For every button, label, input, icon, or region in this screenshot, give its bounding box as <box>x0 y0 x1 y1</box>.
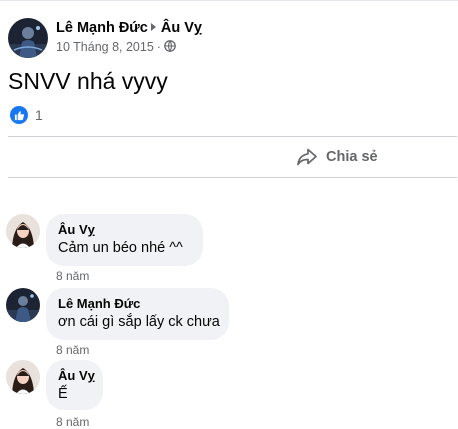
arrow-right-icon <box>150 23 156 31</box>
comment-text: Ế <box>58 386 68 402</box>
meta-separator: · <box>156 40 161 54</box>
divider <box>8 177 457 178</box>
post-header: Lê Mạnh Đức Âu Vỵ 10 Tháng 8, 2015 · <box>8 16 448 60</box>
reactions-summary[interactable]: 1 <box>10 106 43 124</box>
commenter-avatar[interactable] <box>6 360 40 394</box>
comment-bubble: Âu Vỵ Ế <box>46 360 103 410</box>
divider <box>8 136 457 137</box>
comment-text: Cảm un béo nhé ^^ <box>58 240 183 256</box>
commenter-avatar-image <box>6 288 40 322</box>
top-border <box>0 0 458 1</box>
comment-bubble: Lê Mạnh Đức ơn cái gì sắp lấy ck chưa <box>46 288 229 340</box>
post-author-link[interactable]: Lê Mạnh Đức <box>56 20 148 36</box>
comment-text: ơn cái gì sắp lấy ck chưa <box>58 314 220 330</box>
commenter-avatar[interactable] <box>6 214 40 248</box>
commenter-avatar-image <box>6 360 40 394</box>
comment-author[interactable]: Âu Vỵ <box>58 222 191 237</box>
post-target-link[interactable]: Âu Vỵ <box>161 20 202 36</box>
comment-author[interactable]: Lê Mạnh Đức <box>58 296 217 311</box>
post-meta: 10 Tháng 8, 2015 · <box>56 40 176 54</box>
post-names: Lê Mạnh Đức Âu Vỵ <box>56 20 202 36</box>
globe-icon[interactable] <box>164 40 176 52</box>
comment-time[interactable]: 8 năm <box>56 269 89 283</box>
comment-time[interactable]: 8 năm <box>56 415 89 429</box>
share-label: Chia sẻ <box>326 149 378 165</box>
share-button[interactable]: Chia sẻ <box>296 144 378 170</box>
author-avatar[interactable] <box>8 18 48 58</box>
commenter-avatar[interactable] <box>6 288 40 322</box>
post-text: SNVV nhá vyvy <box>8 68 168 94</box>
comment-time[interactable]: 8 năm <box>56 343 89 357</box>
like-icon <box>10 106 28 124</box>
comment-bubble: Âu Vỵ Cảm un béo nhé ^^ <box>46 214 203 266</box>
post-date[interactable]: 10 Tháng 8, 2015 <box>56 40 154 54</box>
comment-author[interactable]: Âu Vỵ <box>58 368 95 383</box>
author-avatar-image <box>8 18 48 58</box>
share-icon <box>297 148 317 166</box>
reaction-count: 1 <box>35 107 43 123</box>
commenter-avatar-image <box>6 214 40 248</box>
